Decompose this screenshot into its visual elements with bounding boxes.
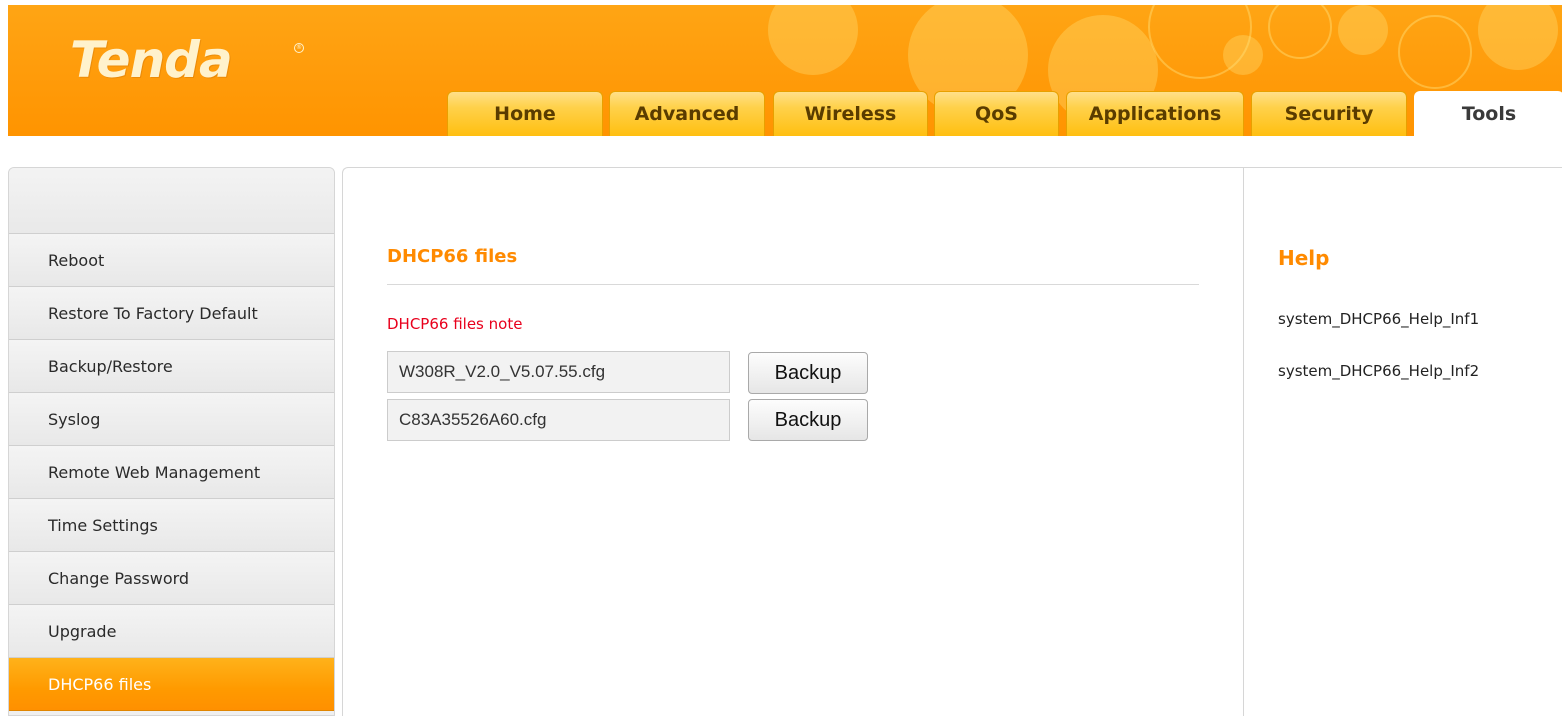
page-title: DHCP66 files: [387, 246, 518, 267]
help-divider: [1243, 168, 1244, 716]
tab-label: Advanced: [634, 103, 740, 125]
sidebar-item-dhcp66-files[interactable]: DHCP66 files: [9, 658, 334, 711]
sidebar: Reboot Restore To Factory Default Backup…: [8, 167, 335, 716]
title-divider: [387, 284, 1199, 285]
sidebar-item-label: Upgrade: [48, 621, 117, 641]
tab-applications[interactable]: Applications: [1066, 91, 1244, 136]
sidebar-item-remote-web-management[interactable]: Remote Web Management: [9, 446, 334, 499]
tab-wireless[interactable]: Wireless: [773, 91, 928, 136]
sidebar-item-label: Remote Web Management: [48, 462, 261, 482]
decor-bubble: [1223, 35, 1263, 75]
decor-bubble: [1398, 15, 1472, 89]
sidebar-item-backup-restore[interactable]: Backup/Restore: [9, 340, 334, 393]
decor-bubble: [1338, 5, 1388, 55]
sidebar-item-label: Change Password: [48, 568, 190, 588]
content-panel: [342, 167, 1562, 716]
sidebar-item-label: Syslog: [48, 409, 101, 429]
file-name: W308R_V2.0_V5.07.55.cfg: [399, 362, 606, 381]
header-banner: Tenda ® Home Advanced Wireless QoS Appli…: [8, 5, 1562, 136]
help-text-line: system_DHCP66_Help_Inf2: [1278, 362, 1480, 380]
decor-bubble: [768, 5, 858, 75]
sidebar-item-label: DHCP66 files: [48, 674, 152, 694]
tab-label: Applications: [1088, 103, 1222, 125]
tab-label: Tools: [1461, 103, 1517, 125]
tab-label: Security: [1284, 103, 1374, 125]
sidebar-item-label: Reboot: [48, 250, 105, 270]
tab-tools[interactable]: Tools: [1414, 91, 1562, 136]
sidebar-item-restore-factory-default[interactable]: Restore To Factory Default: [9, 287, 334, 340]
tab-advanced[interactable]: Advanced: [609, 91, 765, 136]
files-note: DHCP66 files note: [387, 315, 523, 333]
file-name-field: W308R_V2.0_V5.07.55.cfg: [387, 351, 730, 393]
backup-button[interactable]: Backup: [748, 399, 868, 441]
tab-label: Wireless: [804, 103, 897, 125]
file-name: C83A35526A60.cfg: [399, 410, 547, 429]
help-text-line: system_DHCP66_Help_Inf1: [1278, 310, 1480, 328]
tab-security[interactable]: Security: [1251, 91, 1407, 136]
tab-label: QoS: [975, 103, 1018, 125]
sidebar-item-syslog[interactable]: Syslog: [9, 393, 334, 446]
sidebar-item-label: Time Settings: [48, 515, 158, 535]
sidebar-header: [9, 168, 334, 234]
tab-home[interactable]: Home: [447, 91, 603, 136]
backup-button[interactable]: Backup: [748, 352, 868, 394]
registered-mark-icon: ®: [294, 43, 304, 53]
sidebar-item-time-settings[interactable]: Time Settings: [9, 499, 334, 552]
button-label: Backup: [774, 408, 842, 431]
tab-qos[interactable]: QoS: [934, 91, 1059, 136]
button-label: Backup: [774, 361, 842, 384]
decor-bubble: [1268, 5, 1332, 59]
decor-bubble: [1478, 5, 1558, 70]
sidebar-item-change-password[interactable]: Change Password: [9, 552, 334, 605]
help-title: Help: [1278, 246, 1330, 270]
file-name-field: C83A35526A60.cfg: [387, 399, 730, 441]
tab-label: Home: [494, 103, 556, 125]
sidebar-item-label: Backup/Restore: [48, 356, 173, 376]
tenda-logo: Tenda: [70, 31, 233, 89]
sidebar-item-label: Restore To Factory Default: [48, 303, 258, 323]
sidebar-item-reboot[interactable]: Reboot: [9, 234, 334, 287]
sidebar-item-upgrade[interactable]: Upgrade: [9, 605, 334, 658]
